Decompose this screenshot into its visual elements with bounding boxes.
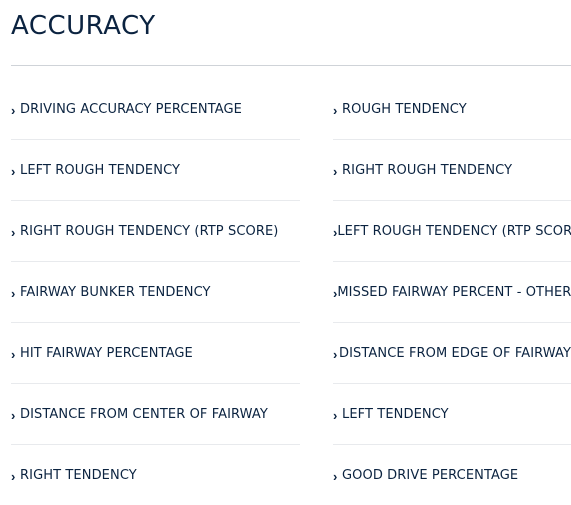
list-item: › FAIRWAY BUNKER TENDENCY	[11, 262, 300, 323]
stat-link-label: DISTANCE FROM CENTER OF FAIRWAY	[20, 406, 268, 422]
chevron-right-icon: ›	[11, 346, 16, 362]
chevron-right-icon: ›	[11, 224, 16, 240]
stat-link-missed-fairway-percent-other[interactable]: › MISSED FAIRWAY PERCENT - OTHER	[333, 262, 571, 323]
chevron-right-icon: ›	[11, 102, 16, 118]
list-item: › DISTANCE FROM CENTER OF FAIRWAY	[11, 384, 300, 445]
stat-link-label: FAIRWAY BUNKER TENDENCY	[20, 284, 211, 300]
chevron-right-icon: ›	[11, 285, 16, 301]
stat-link-label: RIGHT ROUGH TENDENCY	[342, 162, 513, 178]
stat-link-hit-fairway-percentage[interactable]: › HIT FAIRWAY PERCENTAGE	[11, 323, 300, 384]
chevron-right-icon: ›	[11, 468, 16, 484]
list-item: › RIGHT ROUGH TENDENCY (RTP SCORE)	[11, 201, 300, 262]
chevron-right-icon: ›	[333, 407, 338, 423]
stat-link-driving-accuracy-percentage[interactable]: › DRIVING ACCURACY PERCENTAGE	[11, 79, 300, 140]
stat-link-right-rough-tendency[interactable]: › RIGHT ROUGH TENDENCY	[333, 140, 571, 201]
stat-link-right-tendency[interactable]: › RIGHT TENDENCY	[11, 445, 300, 505]
list-item: › MISSED FAIRWAY PERCENT - OTHER	[333, 262, 571, 323]
stats-list-left: › DRIVING ACCURACY PERCENTAGE › LEFT ROU…	[11, 79, 300, 505]
list-item: › LEFT ROUGH TENDENCY	[11, 140, 300, 201]
stat-link-left-rough-tendency-rtp-score[interactable]: › LEFT ROUGH TENDENCY (RTP SCORE)	[333, 201, 571, 262]
stat-link-label: DISTANCE FROM EDGE OF FAIRWAY	[338, 345, 571, 361]
list-item: › LEFT ROUGH TENDENCY (RTP SCORE)	[333, 201, 571, 262]
chevron-right-icon: ›	[333, 163, 338, 179]
title-divider	[11, 65, 571, 66]
chevron-right-icon: ›	[11, 407, 16, 423]
stat-link-distance-from-edge-of-fairway[interactable]: › DISTANCE FROM EDGE OF FAIRWAY	[333, 323, 571, 384]
stat-link-right-rough-tendency-rtp-score[interactable]: › RIGHT ROUGH TENDENCY (RTP SCORE)	[11, 201, 300, 262]
list-item: › ROUGH TENDENCY	[333, 79, 571, 140]
list-item: › LEFT TENDENCY	[333, 384, 571, 445]
stat-link-label: GOOD DRIVE PERCENTAGE	[342, 467, 519, 483]
list-item: › RIGHT TENDENCY	[11, 445, 300, 505]
stat-link-label: RIGHT TENDENCY	[20, 467, 137, 483]
chevron-right-icon: ›	[333, 468, 338, 484]
stat-link-left-tendency[interactable]: › LEFT TENDENCY	[333, 384, 571, 445]
list-item: › GOOD DRIVE PERCENTAGE	[333, 445, 571, 505]
list-item: › HIT FAIRWAY PERCENTAGE	[11, 323, 300, 384]
stat-link-left-rough-tendency[interactable]: › LEFT ROUGH TENDENCY	[11, 140, 300, 201]
stat-link-label: DRIVING ACCURACY PERCENTAGE	[20, 101, 242, 117]
stat-link-label: ROUGH TENDENCY	[342, 101, 467, 117]
stat-link-label: LEFT ROUGH TENDENCY	[20, 162, 181, 178]
stat-link-label: LEFT ROUGH TENDENCY (RTP SCORE)	[337, 223, 571, 239]
stat-link-distance-from-center-of-fairway[interactable]: › DISTANCE FROM CENTER OF FAIRWAY	[11, 384, 300, 445]
chevron-right-icon: ›	[333, 102, 338, 118]
stat-link-fairway-bunker-tendency[interactable]: › FAIRWAY BUNKER TENDENCY	[11, 262, 300, 323]
list-item: › DISTANCE FROM EDGE OF FAIRWAY	[333, 323, 571, 384]
list-item: › RIGHT ROUGH TENDENCY	[333, 140, 571, 201]
stats-list-right: › ROUGH TENDENCY › RIGHT ROUGH TENDENCY …	[333, 79, 571, 505]
stat-link-good-drive-percentage[interactable]: › GOOD DRIVE PERCENTAGE	[333, 445, 571, 505]
stat-link-label: LEFT TENDENCY	[342, 406, 449, 422]
stat-link-label: MISSED FAIRWAY PERCENT - OTHER	[337, 284, 571, 300]
list-item: › DRIVING ACCURACY PERCENTAGE	[11, 79, 300, 140]
chevron-right-icon: ›	[11, 163, 16, 179]
stat-link-label: RIGHT ROUGH TENDENCY (RTP SCORE)	[20, 223, 279, 239]
stat-link-rough-tendency[interactable]: › ROUGH TENDENCY	[333, 79, 571, 140]
section-title: ACCURACY	[11, 11, 156, 41]
stat-link-label: HIT FAIRWAY PERCENTAGE	[20, 345, 193, 361]
